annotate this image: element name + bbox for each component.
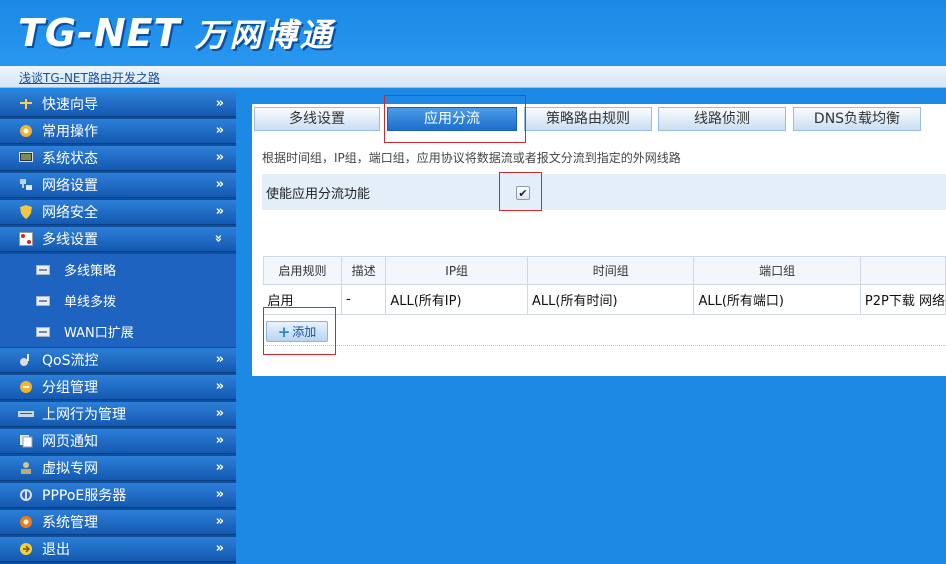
column-header: 描述 bbox=[341, 256, 387, 285]
sidebar-item-label: 虚拟专网 bbox=[42, 461, 98, 477]
enable-label: 使能应用分流功能 bbox=[266, 187, 371, 202]
sidebar-item-label: 系统管理 bbox=[42, 515, 98, 531]
sidebar-item-label: 常用操作 bbox=[42, 124, 98, 140]
monitor-icon bbox=[18, 150, 34, 166]
sidebar-item-label: 快速向导 bbox=[42, 97, 98, 113]
sidebar-item-label: 网络安全 bbox=[42, 205, 98, 221]
sidebar-subitem-label: WAN口扩展 bbox=[64, 326, 134, 341]
brand-logo: TG-NET 万网博通 bbox=[18, 10, 335, 56]
table-cell: ALL(所有时间) bbox=[527, 284, 695, 315]
table-row[interactable]: 启用 - ALL(所有IP) ALL(所有时间) ALL(所有端口) P2P下载… bbox=[263, 284, 946, 315]
sidebar-item-group-management[interactable]: 分组管理 » bbox=[0, 375, 236, 400]
main-panel: 多线设置 应用分流 策略路由规则 线路侦测 DNS负载均衡 根据时间组，IP组，… bbox=[252, 104, 946, 376]
article-link[interactable]: 浅谈TG-NET路由开发之路 bbox=[19, 69, 160, 86]
sidebar-item-pppoe-server[interactable]: PPPoE服务器 » bbox=[0, 483, 236, 508]
chevron-right-icon: » bbox=[215, 379, 224, 394]
sidebar-item-network-security[interactable]: 网络安全 » bbox=[0, 200, 236, 225]
sidebar-item-label: 网络设置 bbox=[42, 178, 98, 194]
tab-line-detection[interactable]: 线路侦测 bbox=[658, 107, 786, 131]
sidebar-item-common-ops[interactable]: 常用操作 » bbox=[0, 119, 236, 144]
sidebar-item-behavior-management[interactable]: 上网行为管理 » bbox=[0, 402, 236, 427]
sidebar-item-label: QoS流控 bbox=[42, 353, 99, 369]
logo-text-en: TG-NET bbox=[18, 11, 181, 55]
header-banner: TG-NET 万网博通 bbox=[0, 0, 946, 66]
chevron-right-icon: » bbox=[215, 541, 224, 556]
sidebar-item-label: PPPoE服务器 bbox=[42, 488, 127, 504]
vpn-icon bbox=[18, 460, 34, 476]
table-cell: P2P下载 网络 bbox=[860, 284, 946, 315]
highlight-box bbox=[499, 172, 542, 211]
sidebar-item-label: 系统状态 bbox=[42, 151, 98, 167]
chevron-right-icon: » bbox=[215, 123, 224, 138]
divider bbox=[263, 345, 946, 346]
sidebar-subitem-label: 单线多拨 bbox=[64, 295, 117, 310]
wand-icon bbox=[18, 96, 34, 112]
sidebar: 快速向导 » 常用操作 » 系统状态 » 网络设置 » 网络安全 » 多线设置 … bbox=[0, 92, 236, 564]
tab-bar: 多线设置 应用分流 策略路由规则 线路侦测 DNS负载均衡 bbox=[252, 104, 946, 136]
chevron-right-icon: » bbox=[215, 352, 224, 367]
multiline-icon bbox=[18, 231, 34, 247]
sidebar-item-vpn[interactable]: 虚拟专网 » bbox=[0, 456, 236, 481]
group-icon bbox=[18, 379, 34, 395]
page-icon bbox=[36, 326, 50, 337]
sidebar-subitem-wan-expand[interactable]: WAN口扩展 bbox=[0, 316, 236, 347]
sidebar-item-label: 分组管理 bbox=[42, 380, 98, 396]
page-icon bbox=[36, 264, 50, 275]
sidebar-item-network-settings[interactable]: 网络设置 » bbox=[0, 173, 236, 198]
sidebar-subitem-multiline-policy[interactable]: 多线策略 bbox=[0, 254, 236, 285]
chevron-right-icon: » bbox=[215, 96, 224, 111]
chevron-down-icon: » bbox=[210, 234, 226, 243]
chevron-right-icon: » bbox=[215, 150, 224, 165]
sidebar-item-web-notice[interactable]: 网页通知 » bbox=[0, 429, 236, 454]
sidebar-item-label: 退出 bbox=[42, 542, 70, 558]
network-icon bbox=[18, 177, 34, 193]
sidebar-item-system-management[interactable]: 系统管理 » bbox=[0, 510, 236, 535]
sidebar-subitem-single-multidial[interactable]: 单线多拨 bbox=[0, 285, 236, 316]
chevron-right-icon: » bbox=[215, 487, 224, 502]
switch-icon bbox=[18, 406, 34, 422]
link-bar: 浅谈TG-NET路由开发之路 bbox=[0, 66, 946, 88]
tab-multiline-settings[interactable]: 多线设置 bbox=[254, 107, 380, 131]
page-icon bbox=[36, 295, 50, 306]
logo-text-cn: 万网博通 bbox=[194, 16, 335, 54]
tab-dns-load-balance[interactable]: DNS负载均衡 bbox=[793, 107, 921, 131]
highlight-box bbox=[263, 307, 336, 355]
chevron-right-icon: » bbox=[215, 204, 224, 219]
sidebar-item-label: 网页通知 bbox=[42, 434, 98, 450]
table-cell: ALL(所有IP) bbox=[385, 284, 528, 315]
chevron-right-icon: » bbox=[215, 433, 224, 448]
sidebar-subitem-label: 多线策略 bbox=[64, 264, 117, 279]
sidebar-item-logout[interactable]: 退出 » bbox=[0, 537, 236, 562]
table-cell: - bbox=[341, 284, 387, 315]
highlight-box bbox=[384, 95, 526, 143]
sidebar-item-label: 上网行为管理 bbox=[42, 407, 126, 423]
chevron-right-icon: » bbox=[215, 514, 224, 529]
column-header: 启用规则 bbox=[262, 256, 343, 285]
sidebar-item-system-status[interactable]: 系统状态 » bbox=[0, 146, 236, 171]
table-header-row: 启用规则 描述 IP组 时间组 端口组 bbox=[262, 256, 946, 285]
chevron-right-icon: » bbox=[215, 460, 224, 475]
sidebar-item-label: 多线设置 bbox=[42, 232, 98, 248]
sidebar-item-qos[interactable]: QoS流控 » bbox=[0, 348, 236, 373]
column-header: 端口组 bbox=[693, 256, 861, 285]
settings-icon bbox=[18, 514, 34, 530]
qos-icon bbox=[18, 352, 34, 368]
exit-icon bbox=[18, 541, 34, 557]
page-description: 根据时间组，IP组，端口组，应用协议将数据流或者报文分流到指定的外网线路 bbox=[262, 151, 681, 165]
webpage-icon bbox=[18, 433, 34, 449]
sidebar-item-quick-wizard[interactable]: 快速向导 » bbox=[0, 92, 236, 117]
column-header: 时间组 bbox=[526, 256, 695, 285]
column-header: IP组 bbox=[385, 256, 528, 285]
rules-table: 启用规则 描述 IP组 时间组 端口组 启用 - ALL(所有IP) ALL(所… bbox=[262, 256, 946, 315]
table-cell: ALL(所有端口) bbox=[693, 284, 861, 315]
sidebar-item-multiline[interactable]: 多线设置 » bbox=[0, 227, 236, 252]
chevron-right-icon: » bbox=[215, 406, 224, 421]
enable-row: 使能应用分流功能 ✔ bbox=[262, 174, 946, 210]
column-header bbox=[859, 256, 946, 285]
chevron-right-icon: » bbox=[215, 177, 224, 192]
gear-icon bbox=[18, 123, 34, 139]
shield-icon bbox=[18, 204, 34, 220]
server-icon bbox=[18, 487, 34, 503]
tab-policy-routing[interactable]: 策略路由规则 bbox=[524, 107, 652, 131]
